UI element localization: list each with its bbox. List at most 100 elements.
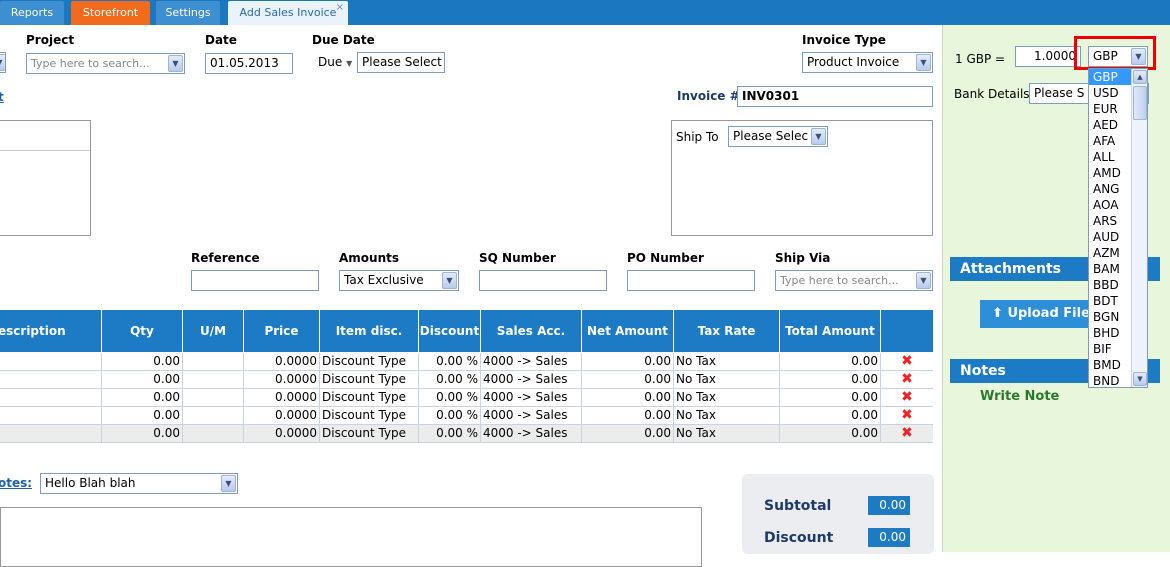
tab-settings[interactable]: Settings <box>156 1 220 25</box>
cell-sales-acc[interactable]: 4000 -> Sales <box>481 371 582 389</box>
table-row[interactable]: 0.00 0.0000 Discount Type 0.00 % 4000 -> Sal… <box>0 389 933 407</box>
cell-tax-rate[interactable]: No Tax <box>674 389 780 407</box>
cell-tax-rate[interactable]: No Tax <box>674 407 780 425</box>
col-header-actions <box>881 310 933 352</box>
cell-description[interactable] <box>0 371 102 389</box>
cell-item-disc[interactable]: Discount Type <box>320 371 419 389</box>
cell-um[interactable] <box>183 425 244 443</box>
upload-file-button[interactable]: ⬆ Upload File <box>980 300 1090 328</box>
scroll-thumb[interactable] <box>1133 86 1147 120</box>
cell-tax-rate[interactable]: No Tax <box>674 371 780 389</box>
tab-add-sales-invoice[interactable]: Add Sales Invoice × <box>228 1 348 25</box>
exchange-rate-input[interactable]: 1.0000 <box>1015 46 1081 67</box>
cell-um[interactable] <box>183 389 244 407</box>
cell-um[interactable] <box>183 407 244 425</box>
cell-net-amount[interactable]: 0.00 <box>582 407 674 425</box>
cell-total-amount[interactable]: 0.00 <box>780 407 881 425</box>
cell-total-amount[interactable]: 0.00 <box>780 353 881 371</box>
table-row[interactable]: 0.00 0.0000 Discount Type 0.00 % 4000 -> Sal… <box>0 371 933 389</box>
cell-discount[interactable]: 0.00 % <box>419 353 481 371</box>
delete-row-icon[interactable]: ✖ <box>881 425 933 443</box>
due-date-select[interactable]: Please Select <box>357 52 445 73</box>
cell-item-disc[interactable]: Discount Type <box>320 389 419 407</box>
write-note-link[interactable]: Write Note <box>980 389 1059 404</box>
close-icon[interactable]: × <box>336 0 344 20</box>
cell-discount[interactable]: 0.00 % <box>419 425 481 443</box>
project-search-input[interactable]: Type here to search... ▼ <box>26 53 185 74</box>
cell-price[interactable]: 0.0000 <box>244 407 320 425</box>
cell-item-disc[interactable]: Discount Type <box>320 425 419 443</box>
scroll-down-icon[interactable]: ▼ <box>1133 372 1147 386</box>
tab-reports[interactable]: Reports <box>0 1 64 25</box>
exchange-rate-label: 1 GBP = <box>955 52 1006 66</box>
cell-item-disc[interactable]: Discount Type <box>320 353 419 371</box>
date-input[interactable]: 01.05.2013 <box>205 53 293 74</box>
cell-discount[interactable]: 0.00 % <box>419 407 481 425</box>
scroll-up-icon[interactable]: ▲ <box>1133 70 1147 84</box>
col-header-qty: Qty <box>102 310 183 352</box>
table-row[interactable]: 0.00 0.0000 Discount Type 0.00 % 4000 -> Sal… <box>0 353 933 371</box>
ship-to-select[interactable]: Please Selec ▼ <box>728 126 828 147</box>
cell-qty[interactable]: 0.00 <box>102 389 183 407</box>
currency-scrollbar[interactable]: ▲ ▼ <box>1131 69 1147 387</box>
cell-tax-rate[interactable]: No Tax <box>674 425 780 443</box>
cell-total-amount[interactable]: 0.00 <box>780 371 881 389</box>
cell-um[interactable] <box>183 353 244 371</box>
customer-link[interactable]: t <box>0 90 4 104</box>
cell-item-disc[interactable]: Discount Type <box>320 407 419 425</box>
table-row[interactable]: 0.00 0.0000 Discount Type 0.00 % 4000 -> Sal… <box>0 407 933 425</box>
cell-net-amount[interactable]: 0.00 <box>582 353 674 371</box>
cell-price[interactable]: 0.0000 <box>244 371 320 389</box>
cell-total-amount[interactable]: 0.00 <box>780 425 881 443</box>
po-number-label: PO Number <box>627 251 704 265</box>
ship-via-search[interactable]: Type here to search... ▼ <box>775 270 933 291</box>
cell-net-amount[interactable]: 0.00 <box>582 371 674 389</box>
cell-price[interactable]: 0.0000 <box>244 389 320 407</box>
cell-qty[interactable]: 0.00 <box>102 371 183 389</box>
cell-price[interactable]: 0.0000 <box>244 425 320 443</box>
caret-down-icon: ▼ <box>346 59 353 68</box>
cell-total-amount[interactable]: 0.00 <box>780 389 881 407</box>
notes-template-value: Hello Blah blah <box>45 476 136 490</box>
cell-sales-acc[interactable]: 4000 -> Sales <box>481 353 582 371</box>
delete-row-icon[interactable]: ✖ <box>881 407 933 425</box>
po-number-input[interactable] <box>627 270 755 291</box>
due-dropdown[interactable]: Due ▼ <box>312 52 356 73</box>
delete-row-icon[interactable]: ✖ <box>881 353 933 371</box>
cell-um[interactable] <box>183 371 244 389</box>
cell-sales-acc[interactable]: 4000 -> Sales <box>481 425 582 443</box>
notes-textarea[interactable] <box>0 507 702 567</box>
cell-net-amount[interactable]: 0.00 <box>582 389 674 407</box>
ship-to-value: Please Selec <box>733 129 809 143</box>
amounts-select[interactable]: Tax Exclusive ▼ <box>339 270 459 291</box>
delete-row-icon[interactable]: ✖ <box>881 389 933 407</box>
tab-storefront[interactable]: Storefront <box>71 1 150 25</box>
cell-qty[interactable]: 0.00 <box>102 425 183 443</box>
notes-template-select[interactable]: Hello Blah blah ▼ <box>40 473 238 494</box>
col-header-um: U/M <box>183 310 244 352</box>
cell-description[interactable] <box>0 353 102 371</box>
reference-input[interactable] <box>191 270 319 291</box>
cell-qty[interactable]: 0.00 <box>102 407 183 425</box>
upload-file-label: Upload File <box>1007 306 1090 321</box>
cell-discount[interactable]: 0.00 % <box>419 389 481 407</box>
cell-sales-acc[interactable]: 4000 -> Sales <box>481 389 582 407</box>
cell-sales-acc[interactable]: 4000 -> Sales <box>481 407 582 425</box>
cell-description[interactable] <box>0 425 102 443</box>
cell-net-amount[interactable]: 0.00 <box>582 425 674 443</box>
cell-description[interactable] <box>0 407 102 425</box>
invoice-number-input[interactable]: INV0301 <box>737 86 933 107</box>
tab-label: Settings <box>165 6 211 19</box>
invoice-type-select[interactable]: Product Invoice ▼ <box>802 52 933 73</box>
cell-discount[interactable]: 0.00 % <box>419 371 481 389</box>
sq-number-input[interactable] <box>479 270 607 291</box>
cell-qty[interactable]: 0.00 <box>102 353 183 371</box>
notes-link[interactable]: otes: <box>0 476 32 490</box>
cell-tax-rate[interactable]: No Tax <box>674 353 780 371</box>
table-row[interactable]: 0.00 0.0000 Discount Type 0.00 % 4000 -> Sal… <box>0 425 933 443</box>
customer-address-header <box>0 121 90 151</box>
cell-description[interactable] <box>0 389 102 407</box>
cell-price[interactable]: 0.0000 <box>244 353 320 371</box>
delete-row-icon[interactable]: ✖ <box>881 371 933 389</box>
left-truncated-select[interactable]: ▼ <box>0 52 6 73</box>
